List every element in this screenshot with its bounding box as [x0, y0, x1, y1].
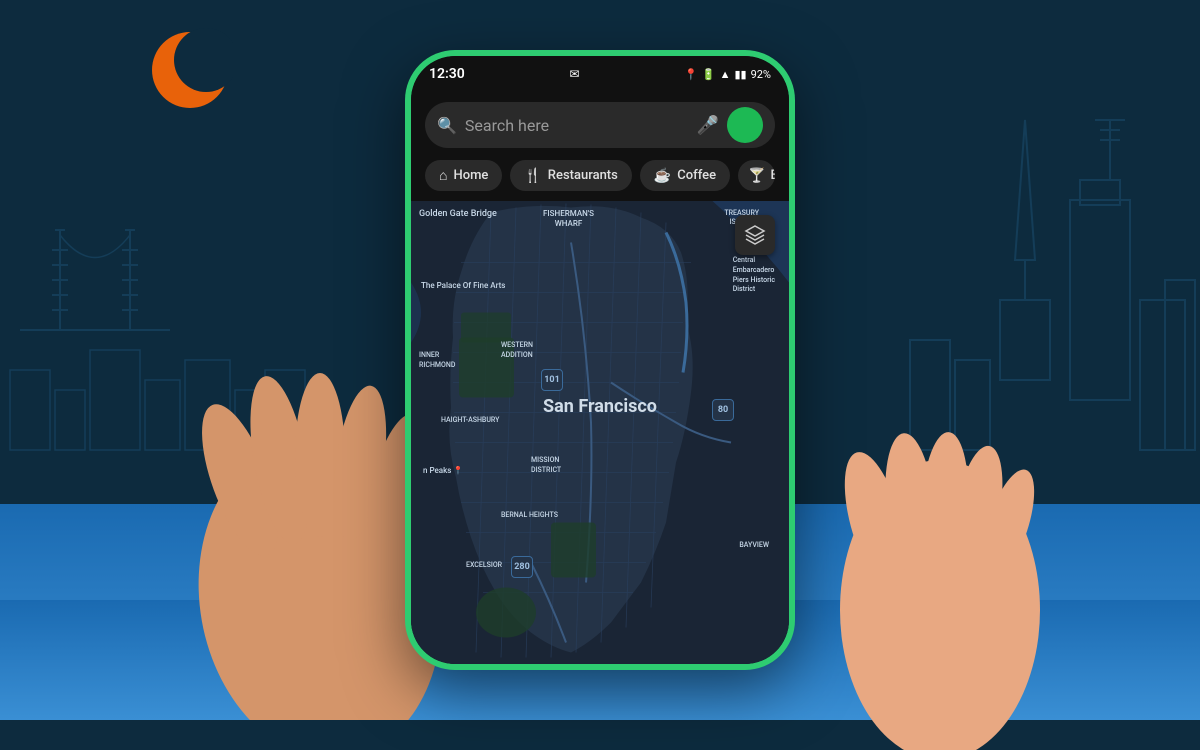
restaurants-chip-label: Restaurants: [548, 168, 618, 183]
phone-outer-shell: 12:30 ✉ 📍 🔋 ▲ ▮▮ 92% 🔍: [405, 50, 795, 670]
status-bar: 12:30 ✉ 📍 🔋 ▲ ▮▮ 92%: [411, 56, 789, 92]
wifi-icon: ▲: [720, 68, 731, 81]
map-area[interactable]: Golden Gate Bridge FISHERMAN'SWHARF TREA…: [411, 201, 789, 664]
search-placeholder[interactable]: Search here: [465, 116, 689, 135]
battery-saver-icon: 🔋: [702, 68, 716, 81]
route-101: 101: [541, 369, 563, 391]
search-bar-container: 🔍 Search here 🎤: [411, 92, 789, 156]
profile-dot[interactable]: [727, 107, 763, 143]
route-280: 280: [511, 556, 533, 578]
map-svg: [411, 201, 789, 664]
search-icon: 🔍: [437, 116, 457, 135]
front-hand: [820, 390, 1060, 750]
route-80: 80: [712, 399, 734, 421]
restaurants-chip-icon: 🍴: [524, 168, 541, 184]
chip-restaurants[interactable]: 🍴 Restaurants: [510, 160, 631, 191]
phone-inner-shell: 12:30 ✉ 📍 🔋 ▲ ▮▮ 92% 🔍: [411, 56, 789, 664]
home-chip-label: Home: [453, 168, 488, 183]
battery-percent: 92%: [751, 68, 771, 81]
status-time: 12:30: [429, 66, 465, 82]
signal-icon: ▮▮: [734, 68, 746, 81]
search-bar[interactable]: 🔍 Search here 🎤: [425, 102, 775, 148]
status-center-icons: ✉: [569, 67, 579, 81]
coffee-chip-label: Coffee: [677, 168, 716, 183]
home-chip-icon: ⌂: [439, 167, 447, 184]
chip-bars[interactable]: 🍸 B: [738, 160, 775, 191]
status-right-icons: 📍 🔋 ▲ ▮▮ 92%: [684, 68, 771, 81]
bars-chip-label: B: [771, 168, 775, 183]
message-icon: ✉: [569, 67, 579, 81]
mic-icon[interactable]: 🎤: [697, 115, 719, 136]
chip-coffee[interactable]: ☕ Coffee: [640, 160, 730, 191]
category-chips-row: ⌂ Home 🍴 Restaurants ☕ Coffee 🍸 B: [411, 156, 789, 201]
phone-screen: 12:30 ✉ 📍 🔋 ▲ ▮▮ 92% 🔍: [411, 56, 789, 664]
chip-home[interactable]: ⌂ Home: [425, 160, 502, 191]
coffee-chip-icon: ☕: [654, 168, 671, 184]
location-icon: 📍: [684, 68, 698, 81]
layers-button[interactable]: [735, 215, 775, 255]
bars-chip-icon: 🍸: [748, 168, 765, 184]
moon-icon: [148, 28, 233, 117]
